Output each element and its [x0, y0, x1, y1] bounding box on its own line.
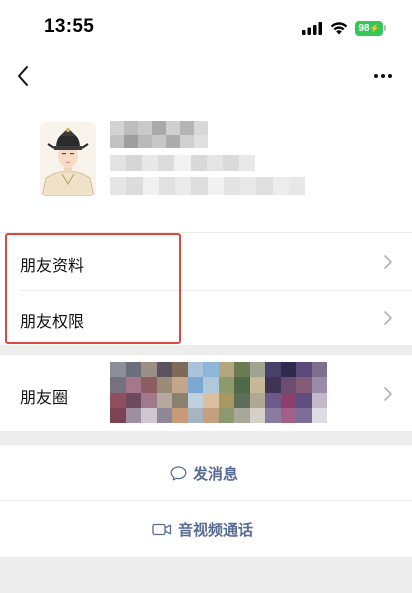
- chevron-right-icon: [384, 255, 392, 269]
- divider: [0, 232, 412, 233]
- status-time: 13:55: [44, 16, 95, 37]
- region-pixelated: [110, 177, 305, 195]
- id-pixelated: [110, 155, 255, 171]
- status-bar: 13:55 98⚡: [0, 0, 412, 56]
- wifi-icon: [330, 22, 348, 35]
- video-camera-icon: [152, 523, 172, 535]
- bottom-gap: [0, 557, 412, 593]
- section-gap: [0, 431, 412, 445]
- battery-level: 98: [358, 23, 370, 34]
- av-call-button[interactable]: 音视频通话: [0, 503, 412, 555]
- chevron-left-icon[interactable]: [14, 64, 34, 88]
- moments-thumbnails-pixelated: [110, 362, 327, 423]
- more-dots-icon[interactable]: [372, 66, 394, 86]
- av-call-label: 音视频通话: [178, 520, 254, 539]
- cellular-signal-icon: [302, 22, 322, 35]
- divider: [0, 500, 412, 501]
- row-friend-permissions[interactable]: 朋友权限: [0, 290, 412, 346]
- battery-tip: [384, 25, 386, 31]
- row-label: 朋友圈: [20, 388, 69, 407]
- nav-bar: [0, 56, 412, 96]
- name-pixelated: [110, 121, 208, 148]
- row-label: 朋友权限: [20, 312, 85, 331]
- row-label: 朋友资料: [20, 256, 85, 275]
- section-gap: [0, 345, 412, 355]
- battery-indicator: 98⚡: [355, 21, 383, 36]
- avatar[interactable]: [40, 122, 96, 196]
- send-message-label: 发消息: [193, 464, 239, 483]
- send-message-button[interactable]: 发消息: [0, 447, 412, 499]
- avatar-portrait-icon: [40, 122, 96, 196]
- row-friend-profile[interactable]: 朋友资料: [0, 234, 412, 290]
- chevron-right-icon: [384, 311, 392, 325]
- chat-bubble-icon: [170, 465, 187, 480]
- profile-header: [0, 100, 412, 232]
- chevron-right-icon: [384, 387, 392, 401]
